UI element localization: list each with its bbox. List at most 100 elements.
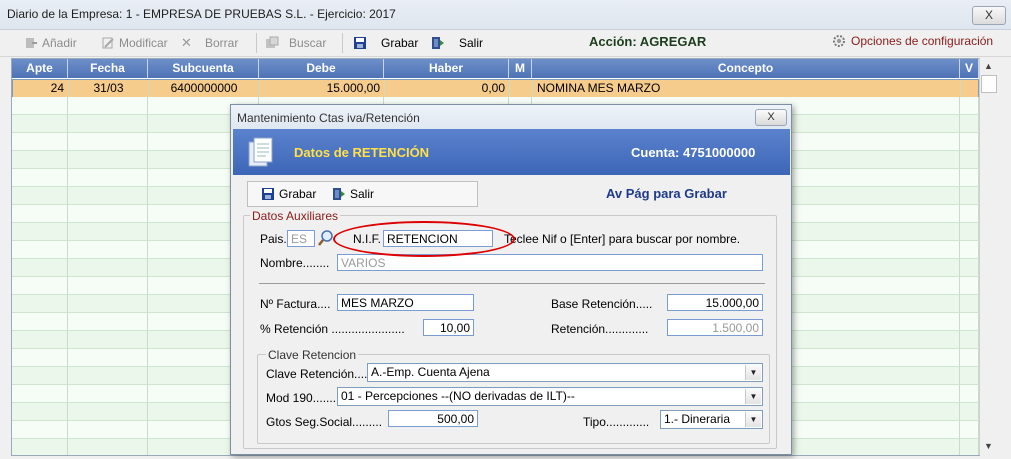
add-button[interactable]: Añadir (24, 34, 77, 52)
empty-cell (12, 151, 68, 168)
col-header-fecha[interactable]: Fecha (68, 59, 148, 78)
dialog-banner-title: Datos de RETENCIÓN (294, 145, 430, 160)
dialog-save-button[interactable]: Grabar (261, 185, 316, 203)
dialog-account: Cuenta: 4751000000 (631, 145, 756, 160)
pct-field[interactable]: 10,00 (423, 319, 474, 336)
exit-button[interactable]: Salir (431, 34, 483, 52)
chevron-down-icon[interactable]: ▼ (745, 365, 761, 380)
cell-v (961, 80, 978, 97)
save-hint: Av Pág para Grabar (606, 186, 727, 201)
document-icon (246, 136, 276, 171)
pais-field[interactable]: ES (287, 230, 315, 247)
toolbar-separator (342, 33, 343, 53)
empty-cell (960, 439, 979, 455)
nombre-field[interactable]: VARIOS (337, 254, 763, 271)
chevron-down-icon[interactable]: ▼ (745, 389, 761, 404)
cell-fecha: 31/03 (69, 80, 149, 97)
scroll-thumb[interactable] (981, 75, 997, 93)
base-label: Base Retención..... (551, 297, 653, 311)
clave-select[interactable]: A.-Emp. Cuenta Ajena ▼ (367, 363, 763, 382)
empty-cell (12, 421, 68, 438)
col-header-v[interactable]: V (960, 59, 979, 78)
chevron-down-icon[interactable]: ▼ (745, 412, 761, 427)
gtos-label: Gtos Seg.Social......... (266, 415, 383, 429)
pais-label: Pais. (260, 232, 287, 246)
col-header-m[interactable]: M (509, 59, 532, 78)
col-header-haber[interactable]: Haber (384, 59, 509, 78)
empty-cell (12, 403, 68, 420)
empty-cell (68, 187, 148, 204)
gtos-field[interactable]: 500,00 (388, 410, 478, 427)
scroll-down-icon[interactable]: ▼ (984, 441, 993, 451)
col-header-concepto[interactable]: Concepto (532, 59, 960, 78)
empty-cell (12, 313, 68, 330)
modify-button[interactable]: Modificar (101, 34, 168, 52)
empty-cell (12, 349, 68, 366)
mod-select-value: 01 - Percepciones --(NO derivadas de ILT… (341, 389, 575, 403)
cell-concepto: NOMINA MES MARZO (533, 80, 961, 97)
modify-icon (101, 36, 115, 50)
empty-cell (12, 439, 68, 455)
factura-field[interactable]: MES MARZO (337, 294, 474, 311)
modify-label: Modificar (119, 36, 168, 50)
empty-cell (12, 133, 68, 150)
base-field[interactable]: 15.000,00 (667, 294, 763, 311)
empty-cell (68, 403, 148, 420)
empty-cell (68, 169, 148, 186)
empty-cell (960, 313, 979, 330)
dialog-save-label: Grabar (279, 187, 317, 201)
col-header-debe[interactable]: Debe (259, 59, 384, 78)
empty-cell (12, 331, 68, 348)
empty-cell (960, 331, 979, 348)
pct-label: % Retención ...................... (260, 322, 405, 336)
tipo-select[interactable]: 1.- Dineraria ▼ (660, 410, 763, 429)
dialog-close-button[interactable]: X (755, 109, 787, 126)
empty-cell (68, 277, 148, 294)
ret-field[interactable]: 1.500,00 (667, 319, 763, 336)
col-header-subcuenta[interactable]: Subcuenta (148, 59, 259, 78)
save-button[interactable]: Grabar (353, 34, 418, 52)
dialog-exit-button[interactable]: Salir (332, 185, 374, 203)
clave-legend: Clave Retencion (266, 348, 359, 362)
exit-icon (332, 187, 346, 201)
empty-cell (960, 169, 979, 186)
search-button[interactable]: Buscar (265, 34, 326, 52)
empty-cell (12, 115, 68, 132)
col-header-apte[interactable]: Apte (12, 59, 68, 78)
empty-cell (68, 331, 148, 348)
empty-cell (68, 439, 148, 455)
empty-cell (960, 151, 979, 168)
delete-icon: ✕ (181, 35, 192, 50)
empty-cell (68, 295, 148, 312)
dialog-title: Mantenimiento Ctas iva/Retención (237, 111, 420, 125)
exit-label: Salir (459, 36, 484, 50)
toolbar-separator (256, 33, 257, 53)
options-link[interactable]: Opciones de configuración (832, 34, 993, 48)
empty-cell (960, 277, 979, 294)
grid-scrollbar[interactable]: ▲ ▼ (979, 58, 997, 455)
empty-cell (960, 241, 979, 258)
empty-cell (68, 133, 148, 150)
empty-cell (12, 169, 68, 186)
empty-cell (12, 205, 68, 222)
gear-icon (832, 34, 846, 48)
aux-data-legend: Datos Auxiliares (250, 209, 341, 223)
empty-cell (68, 151, 148, 168)
window-close-button[interactable]: X (972, 6, 1006, 25)
delete-button[interactable]: ✕ Borrar (181, 34, 238, 52)
exit-icon (431, 36, 445, 50)
highlight-ellipse (333, 221, 515, 257)
mod-select[interactable]: 01 - Percepciones --(NO derivadas de ILT… (337, 387, 763, 406)
cell-subcuenta: 6400000000 (149, 80, 260, 97)
empty-cell (12, 241, 68, 258)
clave-select-value: A.-Emp. Cuenta Ajena (371, 365, 490, 379)
tipo-label: Tipo............. (583, 415, 650, 429)
table-row[interactable]: 24 31/03 6400000000 15.000,00 0,00 NOMIN… (12, 79, 979, 98)
cell-m (510, 80, 533, 97)
empty-cell (68, 97, 148, 114)
empty-cell (68, 241, 148, 258)
empty-cell (960, 115, 979, 132)
cell-debe: 15.000,00 (260, 80, 385, 97)
scroll-up-icon[interactable]: ▲ (984, 61, 993, 71)
save-icon (353, 36, 367, 50)
